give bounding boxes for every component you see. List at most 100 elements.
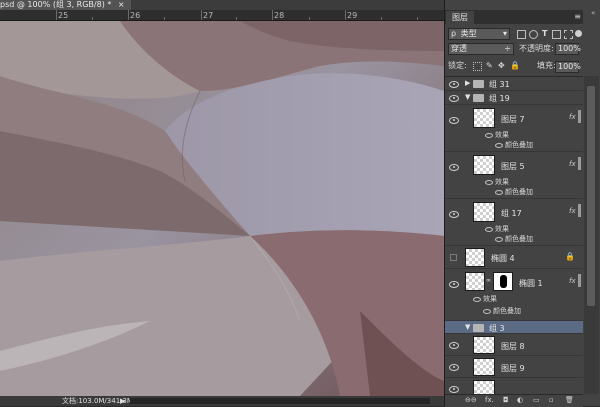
- ruler-label: 28: [274, 11, 285, 20]
- effect-eye-icon[interactable]: [483, 309, 491, 314]
- fx-expand-handle[interactable]: [578, 204, 581, 217]
- layer-mask-thumbnail: [493, 272, 513, 291]
- layer-row[interactable]: ▼ 组 19: [445, 91, 583, 105]
- filter-adjustment-icon[interactable]: [529, 30, 538, 39]
- lock-all-icon[interactable]: 🔒: [510, 60, 520, 72]
- lock-row: 锁定: ✎ ✥ 🔒 填充: 100%: [445, 60, 583, 74]
- document-tab[interactable]: psd @ 100% (组 3, RGB/8) * ×: [0, 0, 131, 10]
- effect-eye-icon[interactable]: [495, 190, 503, 195]
- expand-arrow-icon[interactable]: ▶: [465, 79, 470, 87]
- layer-row[interactable]: 图层 5 fx 效果 颜色叠加: [445, 152, 583, 199]
- scrollbar-thumb[interactable]: [587, 86, 595, 306]
- folder-icon: [473, 94, 484, 102]
- visibility-eye-icon[interactable]: [449, 117, 459, 124]
- layer-row[interactable]: 组 17 fx 效果 颜色叠加: [445, 199, 583, 246]
- link-icon[interactable]: ∞: [486, 277, 491, 284]
- fill-input[interactable]: 100%: [555, 61, 581, 73]
- layer-name: 图层 5: [501, 162, 525, 171]
- layer-row[interactable]: ▶ 组 31: [445, 77, 583, 91]
- effects-label: 效果: [495, 225, 509, 233]
- visibility-checkbox[interactable]: [450, 254, 457, 261]
- effects-eye-icon[interactable]: [485, 227, 493, 232]
- visibility-eye-icon[interactable]: [449, 81, 459, 88]
- fx-icon[interactable]: fx: [569, 160, 576, 168]
- layers-panel-toolbar: ⊖⊖ fx. ◘ ◐ ▭ ▫ 🗑: [445, 394, 583, 407]
- filter-row: ρ 类型 ▾ T: [445, 27, 583, 41]
- layer-row[interactable]: 图层 8: [445, 334, 583, 356]
- fx-icon[interactable]: fx: [569, 277, 576, 285]
- document-tab-bar: psd @ 100% (组 3, RGB/8) * ×: [0, 0, 444, 10]
- ruler-label: 26: [130, 11, 141, 20]
- filter-shape-icon[interactable]: [552, 30, 561, 39]
- collapse-arrow-icon[interactable]: ▼: [465, 323, 470, 331]
- fill-label: 填充:: [537, 61, 556, 70]
- filter-type-icon[interactable]: T: [542, 28, 547, 40]
- effect-name: 颜色叠加: [505, 235, 533, 243]
- document-canvas[interactable]: [0, 21, 444, 396]
- visibility-eye-icon[interactable]: [449, 364, 459, 371]
- horizontal-scrollbar[interactable]: [130, 398, 430, 404]
- fx-expand-handle[interactable]: [578, 157, 581, 170]
- effects-label: 效果: [483, 295, 497, 303]
- filter-kind-label: 类型: [460, 29, 477, 38]
- search-icon: ρ: [451, 29, 457, 38]
- fx-icon[interactable]: fx: [569, 207, 576, 215]
- panel-tab-row: 图层 ≡: [445, 10, 583, 24]
- visibility-eye-icon[interactable]: [449, 281, 459, 288]
- fill-value: 100%: [558, 62, 581, 71]
- panel-menu-icon[interactable]: ≡: [574, 12, 581, 21]
- layer-name: 组 31: [489, 80, 510, 89]
- visibility-eye-icon[interactable]: [449, 211, 459, 218]
- visibility-eye-icon[interactable]: [449, 164, 459, 171]
- visibility-eye-icon[interactable]: [449, 342, 459, 349]
- status-bar: 文档:103.0M/341.3M ▶: [0, 396, 444, 406]
- layer-thumbnail: [473, 358, 495, 376]
- add-style-icon[interactable]: fx.: [485, 396, 494, 404]
- layer-name: 组 3: [489, 324, 505, 333]
- lock-pixels-icon[interactable]: ✎: [486, 60, 493, 72]
- layer-row[interactable]: 椭圆 4 🔒: [445, 246, 583, 269]
- link-layers-icon[interactable]: ⊖⊖: [465, 396, 477, 404]
- collapse-arrow-icon[interactable]: ▼: [465, 93, 470, 101]
- effects-eye-icon[interactable]: [485, 133, 493, 138]
- fx-expand-handle[interactable]: [578, 274, 581, 287]
- layer-row[interactable]: 图层 9: [445, 356, 583, 378]
- opacity-input[interactable]: 100%: [555, 43, 581, 55]
- new-layer-icon[interactable]: ▫: [549, 396, 554, 404]
- layer-row[interactable]: ∞ 椭圆 1 fx 效果 颜色叠加: [445, 269, 583, 321]
- effects-eye-icon[interactable]: [485, 180, 493, 185]
- delete-layer-icon[interactable]: 🗑: [565, 396, 574, 404]
- effects-label: 效果: [495, 178, 509, 186]
- filter-pixel-icon[interactable]: [517, 30, 526, 39]
- visibility-eye-icon[interactable]: [449, 386, 459, 393]
- layer-name: 组 17: [501, 209, 522, 218]
- layer-row-selected[interactable]: ▼ 组 3: [445, 321, 583, 334]
- lock-position-icon[interactable]: ✥: [498, 60, 505, 72]
- add-mask-icon[interactable]: ◘: [503, 396, 509, 404]
- document-tab-close[interactable]: ×: [118, 0, 125, 9]
- panel-collapse-icon[interactable]: «: [591, 9, 595, 17]
- layer-row[interactable]: 图层 7 fx 效果 颜色叠加: [445, 105, 583, 152]
- fx-expand-handle[interactable]: [578, 110, 581, 123]
- layer-thumbnail: [473, 155, 495, 175]
- effect-name: 颜色叠加: [493, 307, 521, 315]
- filter-toggle-icon[interactable]: [575, 30, 582, 37]
- layer-name: 组 19: [489, 94, 510, 103]
- filter-kind-select[interactable]: ρ 类型 ▾: [448, 28, 510, 40]
- new-group-icon[interactable]: ▭: [533, 396, 540, 404]
- chevron-down-icon: ▾: [502, 29, 507, 38]
- effect-eye-icon[interactable]: [495, 143, 503, 148]
- visibility-eye-icon[interactable]: [449, 95, 459, 102]
- status-menu-arrow[interactable]: ▶: [120, 396, 125, 406]
- blend-mode-select[interactable]: 穿透 ÷: [448, 43, 514, 55]
- tab-layers[interactable]: 图层: [446, 11, 474, 24]
- layers-scrollbar[interactable]: [584, 76, 599, 394]
- adjustment-layer-icon[interactable]: ◐: [517, 396, 523, 404]
- layer-thumbnail: [465, 272, 485, 291]
- opacity-label: 不透明度:: [519, 44, 554, 53]
- effects-eye-icon[interactable]: [473, 297, 481, 302]
- filter-smart-object-icon[interactable]: [564, 30, 573, 39]
- fx-icon[interactable]: fx: [569, 113, 576, 121]
- lock-transparent-icon[interactable]: [473, 62, 482, 71]
- effect-eye-icon[interactable]: [495, 237, 503, 242]
